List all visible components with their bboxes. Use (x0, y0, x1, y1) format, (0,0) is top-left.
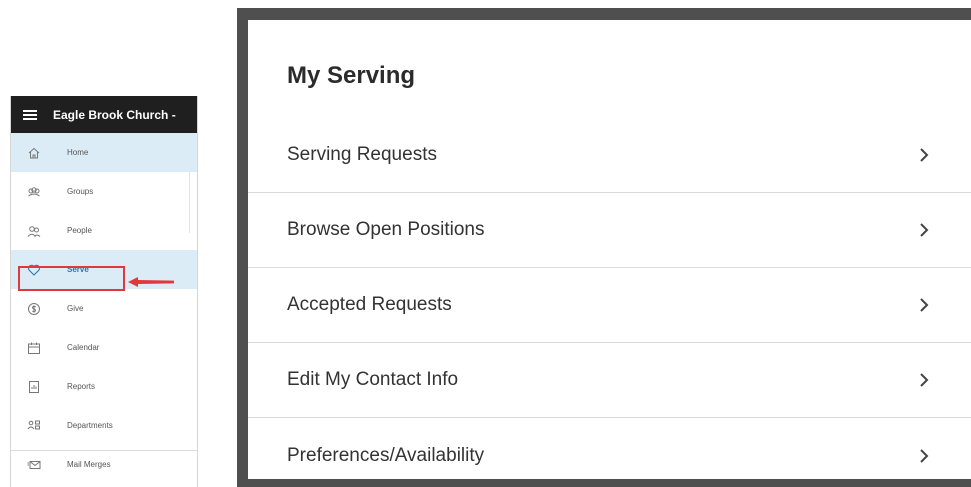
highlight-box (18, 266, 125, 291)
chevron-right-icon (919, 147, 929, 163)
departments-icon (27, 419, 41, 433)
calendar-icon (27, 341, 41, 355)
sidebar-item-give[interactable]: Give (11, 289, 197, 328)
sidebar-item-label: People (67, 226, 92, 235)
row-label: Serving Requests (287, 144, 437, 165)
serving-menu: Serving Requests Browse Open Positions A… (248, 118, 971, 487)
sidebar-item-label: Reports (67, 382, 96, 391)
row-label: Accepted Requests (287, 294, 452, 315)
browse-open-positions-row[interactable]: Browse Open Positions (248, 193, 971, 268)
sidebar-item-home[interactable]: Home (11, 133, 197, 172)
reports-icon (27, 380, 41, 394)
serving-requests-row[interactable]: Serving Requests (248, 118, 971, 193)
panel-frame: My Serving Serving Requests Browse Open … (237, 8, 971, 487)
chevron-right-icon (919, 222, 929, 238)
sidebar-item-label: Home (67, 148, 89, 157)
my-serving-panel: My Serving Serving Requests Browse Open … (248, 20, 971, 479)
sidebar-item-label: Calendar (67, 343, 100, 352)
row-label: Preferences/Availability (287, 444, 485, 466)
row-label: Browse Open Positions (287, 219, 485, 240)
preferences-availability-row[interactable]: Preferences/Availability (248, 418, 971, 487)
accepted-requests-row[interactable]: Accepted Requests (248, 268, 971, 343)
sidebar-item-groups[interactable]: Groups (11, 172, 197, 211)
hamburger-menu-icon[interactable] (23, 109, 37, 120)
chevron-right-icon (919, 372, 929, 388)
chevron-right-icon (919, 297, 929, 313)
groups-icon (27, 185, 41, 199)
sidebar-item-label: Give (67, 304, 84, 313)
sidebar: Eagle Brook Church - Home Groups People (10, 96, 198, 487)
sidebar-item-calendar[interactable]: Calendar (11, 328, 197, 367)
dollar-icon (27, 302, 41, 316)
sidebar-item-label: Groups (67, 187, 94, 196)
chevron-right-icon (919, 448, 929, 464)
people-icon (27, 224, 41, 238)
sidebar-header: Eagle Brook Church - (11, 96, 197, 133)
arrow-left-icon (128, 277, 174, 287)
sidebar-item-departments[interactable]: Departments (11, 406, 197, 445)
sidebar-item-people[interactable]: People (11, 211, 197, 250)
page-title: My Serving (287, 62, 416, 89)
sidebar-item-label: Mail Merges (67, 460, 111, 469)
divider (11, 450, 197, 451)
home-icon (27, 146, 41, 160)
sidebar-nav: Home Groups People Serve Give Calendar R… (11, 133, 197, 484)
sidebar-item-reports[interactable]: Reports (11, 367, 197, 406)
mail-icon (27, 458, 41, 472)
row-label: Edit My Contact Info (287, 369, 459, 390)
org-name[interactable]: Eagle Brook Church - (53, 108, 176, 122)
edit-contact-info-row[interactable]: Edit My Contact Info (248, 343, 971, 418)
sidebar-item-label: Departments (67, 421, 113, 430)
